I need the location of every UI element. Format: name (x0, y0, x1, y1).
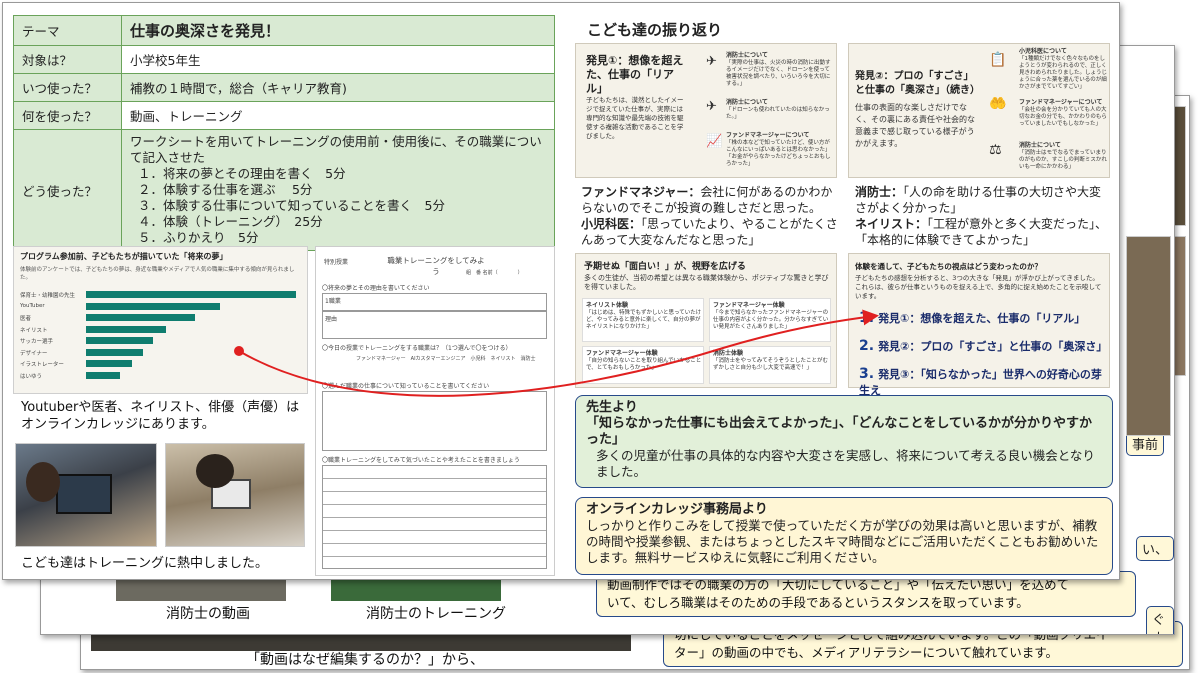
arrow-path (238, 309, 879, 397)
classroom-photo-back2 (1126, 236, 1171, 436)
edge-chip-mid: い、 (1136, 536, 1174, 561)
connector-arrow (234, 309, 879, 397)
caption-firefighter-video: 消防士の動画 (166, 606, 250, 622)
edge-chip-side: ぐ大 (1146, 606, 1174, 634)
front-page: テーマ 仕事の奥深さを発見！ 対象は？ 小学校5年生 いつ使った？ 補教の１時間… (2, 2, 1120, 580)
caption-video-editing: 「動画はなぜ編集するのか？」から、 (246, 652, 484, 668)
caption-firefighter-training: 消防士のトレーニング (366, 606, 506, 622)
